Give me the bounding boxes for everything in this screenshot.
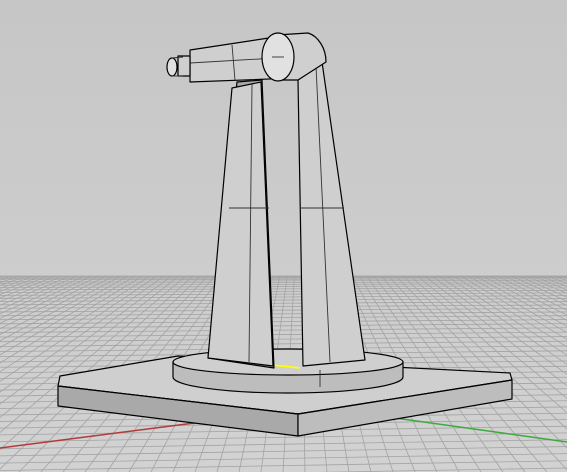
- perspective-viewport[interactable]: [0, 0, 567, 472]
- end-effector-face: [166, 57, 178, 77]
- turntable-top-face: [172, 348, 404, 376]
- turntable[interactable]: [172, 348, 404, 394]
- viewport-canvas[interactable]: [0, 0, 567, 472]
- end-effector[interactable]: [166, 55, 191, 77]
- end-effector-body: [177, 55, 191, 77]
